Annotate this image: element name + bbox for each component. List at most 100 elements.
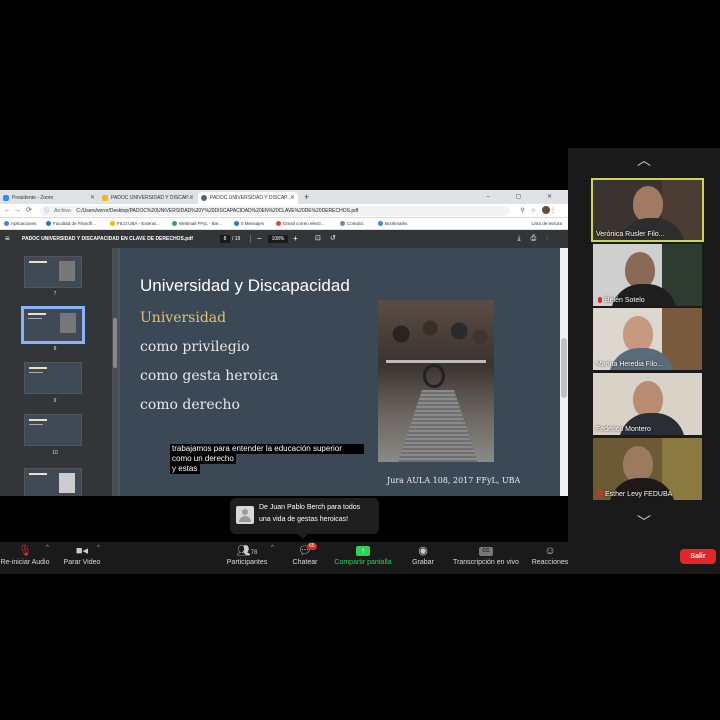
thumbnail-number: 7 — [53, 291, 57, 297]
tab-label: Presidente - Zoom — [12, 195, 54, 201]
chevron-up-icon[interactable]: ^ — [271, 545, 274, 551]
participants-icon: 👥︎78 — [236, 545, 258, 557]
new-tab-button[interactable]: + — [304, 190, 309, 204]
participant-tile[interactable]: Esther Levy FEDUBA — [593, 438, 702, 500]
browser-actions[interactable]: ⚲☆ ⋮ — [520, 206, 562, 216]
thumbnail-page[interactable] — [24, 256, 82, 288]
file-scheme-chip: Archivo — [54, 208, 71, 214]
browser-tab-padoc-1[interactable]: PADOC UNIVERSIDAD Y DISCAP... ✕ — [99, 192, 197, 204]
participant-tile-active-speaker[interactable]: Verónica Rusler Filo... — [591, 178, 704, 242]
slide-line: como derecho — [140, 397, 240, 413]
slide-line: Universidad — [140, 310, 227, 326]
zoom-meeting-window: Presidente - Zoom ✕ PADOC UNIVERSIDAD Y … — [0, 0, 720, 720]
address-bar-row: ← → ⟳ ⓘ Archivo C:/Users/veror/Desktop/P… — [0, 204, 568, 218]
reading-list[interactable]: Lista de lectura — [531, 218, 562, 229]
thumbnail-number: 9 — [53, 398, 57, 404]
chat-button[interactable]: 💬︎ Chatear — [288, 542, 322, 566]
participant-name: Belén Sotelo — [596, 297, 645, 304]
back-arrow-icon[interactable]: ← — [4, 206, 11, 216]
live-transcript-button[interactable]: CC Transcripción en vivo — [448, 542, 524, 566]
bookmark-filo-uba[interactable]: FILO:UBA - Extensi... — [110, 218, 160, 229]
thumbnail-page-selected[interactable] — [21, 306, 85, 344]
bookmark-mensajes[interactable]: 0 Mensajes — [234, 218, 264, 229]
window-controls[interactable]: – ▢ ✕ — [487, 190, 564, 204]
browser-tab-padoc-2[interactable]: PADOC UNIVERSIDAD Y DISCAP... ✕ — [198, 192, 298, 204]
share-screen-button[interactable]: ↑ Compartir pantalla — [330, 542, 396, 566]
reactions-button[interactable]: ☺︎ Reacciones — [530, 542, 570, 566]
live-caption: trabajamos para entender la educación su… — [170, 444, 364, 474]
zoom-out-icon[interactable]: − — [257, 230, 262, 248]
thumbnail-number: 8 — [53, 346, 57, 352]
pdf-viewer: 7 8 9 10 Universidad y Discapacidad Univ… — [0, 248, 568, 496]
zoom-in-icon[interactable]: + — [293, 230, 298, 248]
divider — [250, 235, 251, 243]
participant-name: Federico Montero — [596, 426, 651, 433]
tab-label: PADOC UNIVERSIDAD Y DISCAP... — [111, 195, 193, 201]
caption-line: y estas — [170, 464, 200, 474]
globe-favicon-icon — [201, 195, 207, 201]
forward-arrow-icon[interactable]: → — [14, 206, 21, 216]
chevron-up-icon[interactable]: ^ — [97, 545, 100, 551]
muted-mic-icon — [598, 297, 602, 304]
fit-page-icon[interactable]: ⊡ — [315, 230, 321, 248]
reload-icon[interactable]: ⟳ — [26, 206, 32, 216]
zoom-favicon-icon — [3, 195, 9, 201]
participant-name: Verónica Rusler Filo... — [596, 231, 665, 238]
chevron-down-icon[interactable]: ﹀ — [568, 512, 720, 532]
participant-tile[interactable]: Marina Heredia Filo... — [593, 308, 702, 370]
bookmark-webmail[interactable]: Webmail FFyL - Bie... — [172, 218, 222, 229]
download-icon: ⤓ — [517, 235, 531, 242]
shared-screen: Presidente - Zoom ✕ PADOC UNIVERSIDAD Y … — [0, 190, 568, 496]
record-icon: ◉ — [418, 545, 428, 557]
bookmark-apps[interactable]: Aplicaciones — [4, 218, 36, 229]
participant-name: Esther Levy FEDUBA — [596, 491, 672, 498]
bookmark-gmail[interactable]: Gmail correo electr... — [276, 218, 325, 229]
leave-meeting-button[interactable]: Salir — [680, 549, 716, 564]
participant-tile[interactable]: Belén Sotelo — [593, 244, 702, 306]
address-input[interactable]: ⓘ Archivo C:/Users/veror/Desktop/PADOC%2… — [40, 206, 510, 216]
photo-caption: Jura AULA 108, 2017 FFyL, UBA — [387, 476, 521, 485]
participant-name: Marina Heredia Filo... — [596, 361, 663, 368]
close-icon[interactable]: ✕ — [90, 192, 95, 204]
audio-button[interactable]: 🎙︎ Re-iniciar Audio — [0, 542, 50, 566]
share-screen-icon: ↑ — [330, 542, 396, 558]
slide-page: Universidad y Discapacidad Universidad c… — [120, 248, 560, 496]
browser-tab-zoom[interactable]: Presidente - Zoom ✕ — [0, 192, 98, 204]
thumbnail-page[interactable] — [24, 414, 82, 446]
star-icon: ☆ — [530, 208, 542, 214]
tab-label: PADOC UNIVERSIDAD Y DISCAP... — [210, 195, 292, 201]
slide-line: como gesta heroica — [140, 368, 279, 384]
thumbnail-scrollbar[interactable] — [112, 248, 118, 496]
bookmark-comdoc[interactable]: Comdoc — [340, 218, 364, 229]
pdf-actions[interactable]: ⤓⎙⋮ — [518, 230, 558, 248]
chevron-up-icon[interactable]: ︿ — [568, 150, 720, 170]
bookmark-facultad[interactable]: Facultad de Filosofí... — [46, 218, 96, 229]
pdf-scrollbar[interactable] — [560, 248, 568, 496]
muted-mic-icon — [598, 491, 602, 498]
bookmark-bookmarks[interactable]: Bookmarks — [378, 218, 408, 229]
close-icon[interactable]: ✕ — [290, 192, 295, 204]
closed-caption-icon: CC — [448, 542, 524, 558]
thumbnail-page[interactable] — [24, 362, 82, 394]
close-icon[interactable]: ✕ — [189, 192, 194, 204]
hamburger-menu-icon[interactable]: ≡ — [5, 230, 10, 248]
zoom-level-input[interactable]: 108% — [268, 235, 288, 243]
participant-tile[interactable]: Federico Montero — [593, 373, 702, 435]
slide-title: Universidad y Discapacidad — [140, 276, 350, 295]
thumbnail-sidebar: 7 8 9 10 — [0, 248, 112, 496]
participants-button[interactable]: 👥︎78 Participantes — [222, 542, 272, 566]
chat-sender: De Juan Pablo Berch para todos — [259, 504, 361, 511]
more-menu-icon: ⋮ — [550, 208, 562, 214]
page-number-input[interactable]: 8 — [220, 235, 230, 243]
chat-message: una vida de gestas heroicas! — [259, 516, 349, 523]
zoom-lens-icon: ⚲ — [520, 208, 531, 214]
thumbnail-page[interactable] — [24, 468, 82, 496]
chevron-up-icon[interactable]: ^ — [46, 545, 49, 551]
chat-notification[interactable]: De Juan Pablo Berch para todos una vida … — [230, 498, 379, 539]
caption-line: como un derecho — [170, 454, 236, 464]
rotate-icon[interactable]: ↺ — [330, 230, 336, 248]
user-avatar-icon — [236, 506, 254, 524]
slide-line: como privilegio — [140, 339, 250, 355]
record-button[interactable]: ◉ Grabar — [406, 542, 440, 566]
address-text: C:/Users/veror/Desktop/PADOC%20UNIVERSID… — [76, 208, 359, 214]
